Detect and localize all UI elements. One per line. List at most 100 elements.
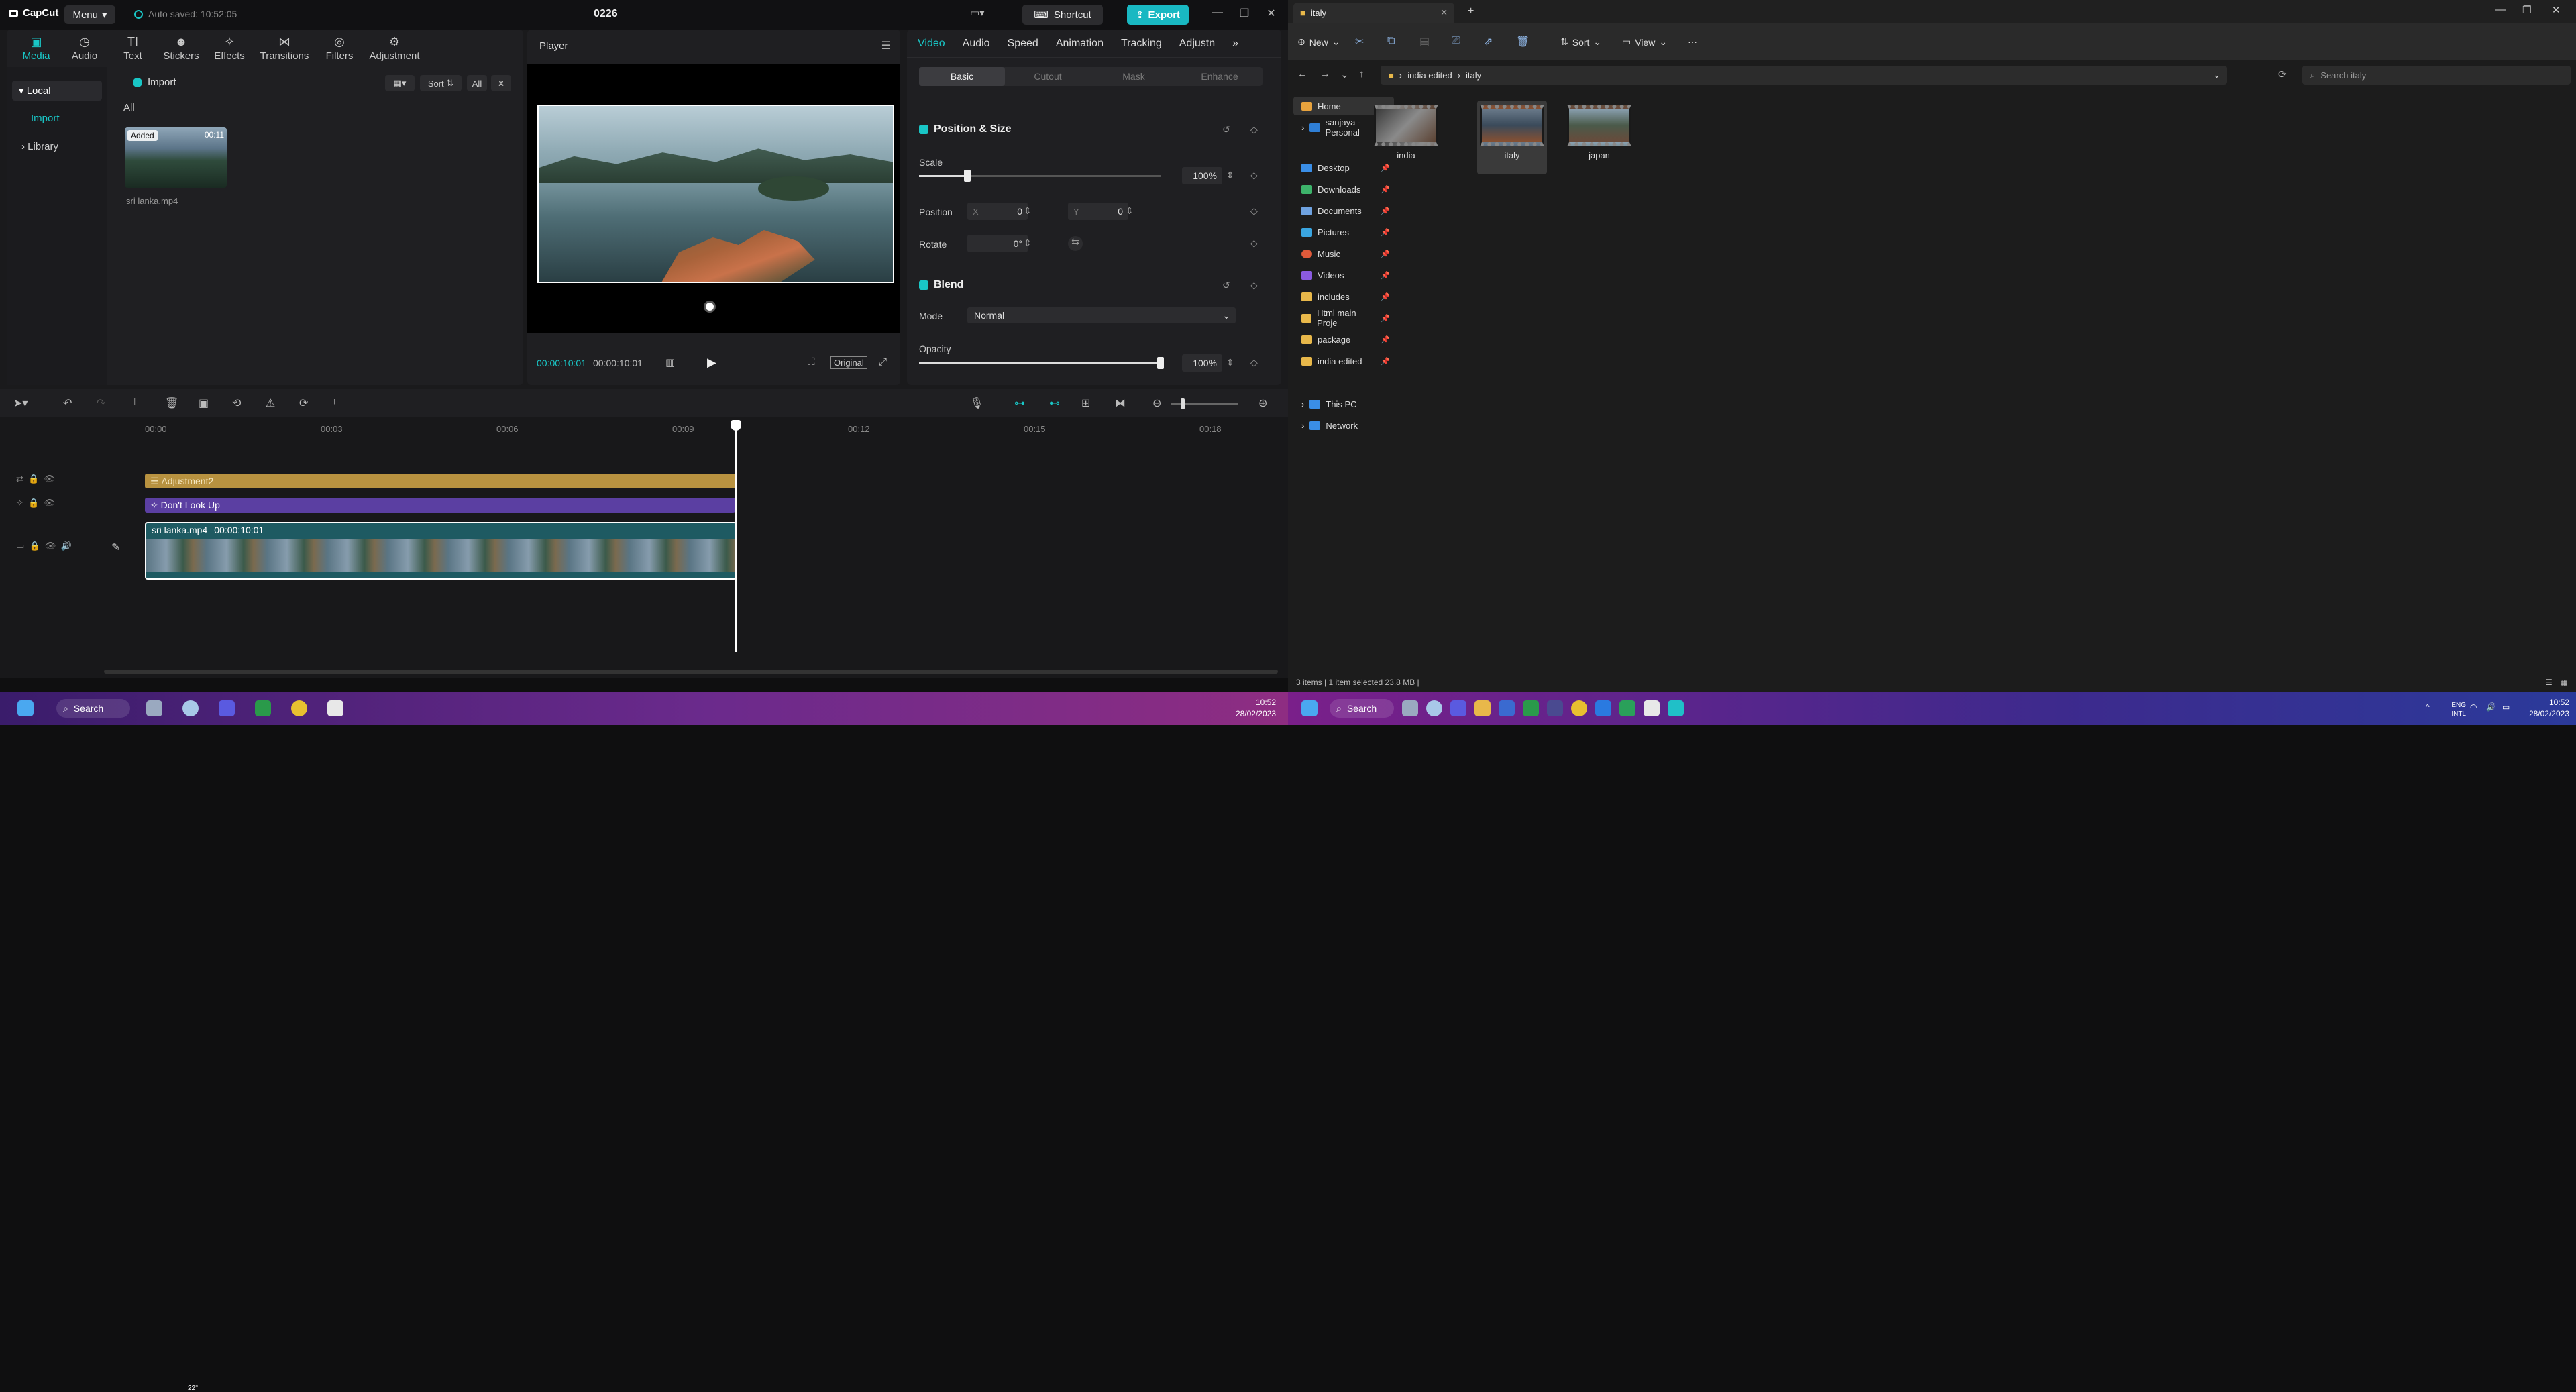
file-item-italy[interactable]: italy (1477, 101, 1547, 174)
play-icon[interactable]: ▶ (707, 356, 716, 370)
crop-icon[interactable]: ⌗ (333, 396, 339, 409)
tab-filters[interactable]: ◎ Filters (317, 30, 362, 67)
nav-item-network[interactable]: › Network (1293, 416, 1394, 435)
keyframe-icon[interactable]: ◇ (1250, 124, 1258, 136)
adjustment-track-clip[interactable]: ☰ Adjustment2 (145, 474, 735, 488)
chrome-icon[interactable] (291, 700, 307, 716)
stepper-icon[interactable]: ⇕ (1226, 357, 1234, 368)
nav-item-package[interactable]: package 📌 (1293, 330, 1394, 349)
menu-button[interactable]: Menu ▾ (64, 5, 115, 24)
checkbox-icon[interactable] (919, 280, 928, 290)
capcut-taskbar-icon[interactable] (1523, 700, 1539, 716)
split-icon[interactable]: ⌶ (131, 396, 138, 409)
file-item-japan[interactable]: japan (1564, 101, 1634, 174)
tab-stickers[interactable]: ☻ Stickers (158, 30, 204, 67)
battery-icon[interactable]: ▭ (2502, 702, 2510, 712)
scale-slider-knob[interactable] (964, 170, 971, 182)
refresh-icon[interactable]: ⟳ (2278, 68, 2287, 81)
tab-tracking[interactable]: Tracking (1121, 38, 1162, 50)
more-tabs-icon[interactable]: » (1232, 38, 1238, 50)
keyframe-icon[interactable]: ◇ (1250, 237, 1258, 249)
teams-icon[interactable] (1450, 700, 1466, 716)
view-button[interactable]: ▭ View ⌄ (1622, 36, 1667, 48)
shortcut-button[interactable]: ⌨ Shortcut (1022, 5, 1103, 25)
mail-icon[interactable] (1499, 700, 1515, 716)
position-y-field[interactable]: Y 0 (1068, 203, 1128, 220)
tab-media[interactable]: ▣ Media (13, 30, 59, 67)
tab-transitions[interactable]: ⋈ Transitions (255, 30, 314, 67)
nav-item-downloads[interactable]: Downloads 📌 (1293, 180, 1394, 199)
rotate-handle[interactable] (704, 301, 716, 313)
minimize-icon[interactable]: — (1208, 7, 1228, 19)
playhead[interactable] (735, 424, 737, 652)
zoom-in-icon[interactable]: ⊕ (1258, 396, 1267, 410)
tiles-view-icon[interactable]: ▦ (2560, 678, 2567, 687)
nav-item-music[interactable]: Music 📌 (1293, 244, 1394, 263)
search-input[interactable]: ⌕ Search italy (2302, 66, 2571, 85)
reset-icon[interactable]: ↺ (1222, 280, 1230, 291)
track-controls-effect[interactable]: ✧ 🔒 👁 (16, 498, 55, 508)
timeline-grid-icon[interactable]: ▥ (665, 356, 675, 368)
capcut-app-icon[interactable] (1644, 700, 1660, 716)
keyframe-icon[interactable]: ◇ (1250, 280, 1258, 291)
keyframe-icon[interactable]: ◇ (1250, 357, 1258, 368)
scale-value[interactable]: 100% (1182, 167, 1222, 184)
file-explorer-icon[interactable] (1474, 700, 1491, 716)
close-icon[interactable]: ✕ (1261, 7, 1281, 20)
stepper-icon[interactable]: ⇕ (1024, 205, 1032, 217)
export-button[interactable]: ⇪ Export (1127, 5, 1189, 25)
reverse-icon[interactable]: ⟲ (232, 396, 241, 410)
sort-button[interactable]: ⇅ Sort ⌄ (1560, 36, 1601, 48)
track-controls-adjust[interactable]: ⇄ 🔒 👁 (16, 474, 55, 484)
delete-icon[interactable]: 🗑 (165, 396, 178, 410)
app-icon[interactable] (1619, 700, 1635, 716)
project-name[interactable]: 0226 (594, 8, 618, 20)
language-indicator[interactable]: ENG INTL (2439, 701, 2466, 718)
blend-section[interactable]: Blend (919, 279, 963, 291)
keyframe-icon[interactable]: ◇ (1250, 205, 1258, 217)
delete-icon[interactable]: 🗑 (1516, 35, 1529, 48)
tab-video[interactable]: Video (918, 38, 945, 50)
breadcrumb-item[interactable]: india edited (1407, 70, 1452, 81)
tab-adjustment[interactable]: ⚙ Adjustment (365, 30, 424, 67)
rename-icon[interactable]: ⎚ (1452, 35, 1460, 47)
wifi-icon[interactable]: ◠ (2470, 702, 2477, 712)
close-tab-icon[interactable]: ✕ (1440, 7, 1448, 18)
chrome-icon[interactable] (1571, 700, 1587, 716)
fit-screen-icon[interactable]: ⛶ (808, 356, 815, 368)
teams-icon[interactable] (219, 700, 235, 716)
layout-icon[interactable]: ▭▾ (970, 7, 985, 19)
checkbox-icon[interactable] (919, 125, 928, 134)
taskbar-search[interactable]: ⌕ Search (1330, 699, 1394, 718)
sidebar-item-import[interactable]: Import (31, 113, 60, 124)
import-button[interactable]: Import (133, 76, 176, 88)
tab-animation[interactable]: Animation (1056, 38, 1104, 50)
tab-audio[interactable]: Audio (963, 38, 990, 50)
subtab-enhance[interactable]: Enhance (1177, 67, 1263, 86)
subtab-basic[interactable]: Basic (919, 67, 1005, 86)
back-icon[interactable]: ← (1297, 68, 1307, 80)
vscode-icon[interactable] (1595, 700, 1611, 716)
task-view-icon[interactable] (146, 700, 162, 716)
start-icon[interactable] (17, 700, 34, 716)
rotate-value[interactable]: 0° (967, 235, 1028, 252)
reset-icon[interactable]: ↺ (1222, 124, 1230, 136)
more-options-icon[interactable]: ··· (1688, 36, 1697, 47)
explorer-tab[interactable]: ■ italy ✕ (1293, 3, 1454, 23)
up-icon[interactable]: ↑ (1359, 68, 1364, 80)
video-preview[interactable] (537, 105, 894, 283)
nav-item-html-main[interactable]: Html main Proje 📌 (1293, 308, 1394, 328)
maximize-icon[interactable]: ❐ (2522, 4, 2531, 16)
sort-button[interactable]: Sort ⇅ (420, 75, 462, 91)
opacity-slider-knob[interactable] (1157, 357, 1164, 369)
capcut-app-icon[interactable] (327, 700, 343, 716)
select-tool-icon[interactable]: ➤▾ (13, 396, 28, 410)
chevron-down-icon[interactable]: ⌄ (2213, 70, 2227, 81)
keyframe-icon[interactable]: ◇ (1250, 170, 1258, 181)
breadcrumb-item[interactable]: italy (1466, 70, 1481, 81)
mirror-icon[interactable]: ⟳ (299, 396, 308, 410)
maximize-icon[interactable]: ❐ (1234, 7, 1254, 20)
tray-overflow-icon[interactable]: ^ (2426, 702, 2430, 712)
media-clip-thumbnail[interactable]: Added 00:11 (125, 127, 227, 188)
nav-item-includes[interactable]: includes 📌 (1293, 287, 1394, 306)
